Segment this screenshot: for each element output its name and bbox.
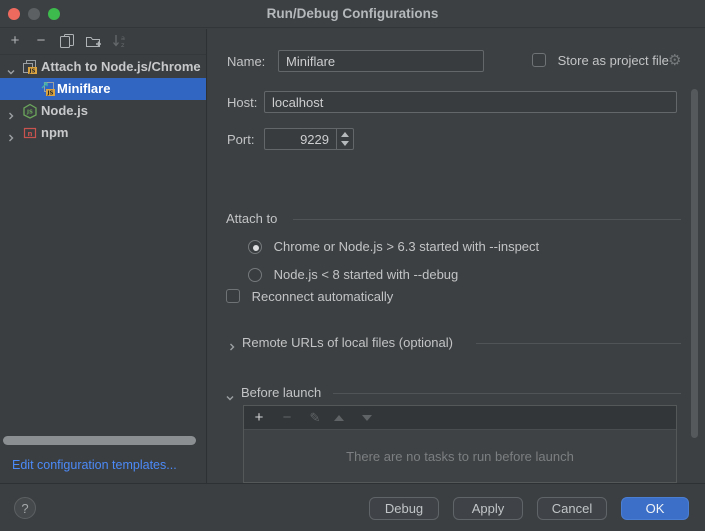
before-launch-title: Before launch (241, 383, 321, 403)
port-stepper[interactable] (336, 129, 353, 149)
section-divider (333, 393, 681, 394)
reconnect-automatically-option[interactable]: Reconnect automatically (226, 287, 393, 307)
port-label: Port: (227, 132, 254, 147)
radio-button-selected[interactable] (248, 240, 262, 254)
tree-item-nodejs[interactable]: JS Node.js (0, 100, 206, 122)
before-launch-tasks-panel: + − ✎ There are no tasks to run before l… (243, 405, 677, 483)
sort-configurations-icon[interactable]: a z (110, 32, 128, 50)
host-label: Host: (227, 95, 257, 110)
edit-task-icon[interactable]: ✎ (306, 409, 324, 427)
name-label: Name: (227, 54, 265, 69)
tree-item-label: Node.js (41, 100, 88, 122)
chevron-down-icon[interactable] (225, 389, 235, 409)
attach-config-type-icon: JS (22, 59, 38, 78)
attach-to-title: Attach to (226, 209, 277, 229)
stepper-up-icon[interactable] (341, 132, 349, 137)
apply-button[interactable]: Apply (453, 497, 523, 520)
before-launch-empty-text: There are no tasks to run before launch (244, 430, 676, 484)
reconnect-automatically-checkbox[interactable] (226, 289, 240, 303)
edit-configuration-templates-link[interactable]: Edit configuration templates... (12, 458, 177, 472)
before-launch-section-header[interactable]: Before launch (208, 383, 705, 403)
move-task-down-icon[interactable] (362, 415, 372, 421)
gear-icon[interactable]: ⚙ (668, 51, 681, 69)
attach-to-section-header: Attach to (208, 209, 705, 229)
move-task-up-icon[interactable] (334, 415, 344, 421)
add-task-icon[interactable]: + (250, 409, 268, 427)
store-as-project-file-checkbox[interactable] (532, 53, 546, 67)
remove-configuration-icon[interactable]: − (32, 32, 50, 50)
radio-option-inspect[interactable]: Chrome or Node.js > 6.3 started with --i… (248, 237, 539, 257)
run-debug-configurations-dialog: Run/Debug Configurations + − (0, 0, 705, 531)
stepper-down-icon[interactable] (341, 141, 349, 146)
titlebar: Run/Debug Configurations (0, 0, 705, 28)
chevron-right-icon[interactable] (6, 106, 16, 122)
radio-option-debug[interactable]: Node.js < 8 started with --debug (248, 265, 458, 285)
add-configuration-icon[interactable]: + (6, 32, 24, 50)
name-input[interactable] (278, 50, 484, 72)
radio-label: Node.js < 8 started with --debug (274, 267, 459, 282)
new-folder-icon[interactable] (84, 32, 102, 50)
chevron-right-icon[interactable] (6, 128, 16, 144)
svg-text:JS: JS (26, 110, 33, 116)
vertical-scrollbar[interactable] (691, 89, 698, 438)
section-divider (476, 343, 681, 344)
tree-item-label: npm (41, 122, 68, 144)
radio-button-unselected[interactable] (248, 268, 262, 282)
help-button[interactable]: ? (14, 497, 36, 519)
radio-label: Chrome or Node.js > 6.3 started with --i… (274, 239, 540, 254)
svg-text:n: n (28, 130, 33, 138)
section-divider (293, 219, 681, 220)
host-input[interactable] (264, 91, 677, 113)
tree-item-label: Miniflare (57, 78, 110, 100)
tree-item-label: Attach to Node.js/Chrome (41, 56, 201, 78)
debug-button[interactable]: Debug (369, 497, 439, 520)
name-row: Name: Store as project file ⚙ (208, 50, 705, 74)
dialog-title: Run/Debug Configurations (0, 0, 705, 28)
cancel-button[interactable]: Cancel (537, 497, 607, 520)
horizontal-scrollbar[interactable] (3, 436, 196, 445)
port-row: Port: (208, 128, 705, 152)
svg-text:JS: JS (46, 91, 53, 97)
port-field (264, 128, 354, 150)
chevron-down-icon[interactable] (6, 62, 16, 78)
nodejs-icon: JS (22, 103, 38, 122)
configurations-tree: JS Attach to Node.js/Chrome JS Miniflare (0, 56, 206, 144)
configurations-sidebar: + − a z (0, 29, 207, 483)
copy-configuration-icon[interactable] (58, 32, 76, 50)
reconnect-automatically-label: Reconnect automatically (252, 289, 394, 304)
npm-icon: n (22, 125, 38, 144)
store-as-project-file-label: Store as project file (558, 53, 669, 68)
attach-run-config-icon: JS (40, 81, 56, 100)
port-input[interactable] (265, 129, 335, 149)
remote-urls-title: Remote URLs of local files (optional) (242, 333, 453, 353)
store-as-project-file-option: Store as project file (532, 53, 669, 68)
ok-button[interactable]: OK (621, 497, 689, 520)
tree-item-attach-to-nodejs-chrome[interactable]: JS Attach to Node.js/Chrome (0, 56, 206, 78)
remote-urls-section-header[interactable]: Remote URLs of local files (optional) (208, 333, 705, 353)
svg-text:z: z (121, 41, 125, 49)
tree-item-npm[interactable]: n npm (0, 122, 206, 144)
remove-task-icon[interactable]: − (278, 409, 296, 427)
configuration-form: Name: Store as project file ⚙ Host: Port… (208, 29, 705, 483)
tree-item-miniflare[interactable]: JS Miniflare (0, 78, 206, 100)
chevron-right-icon[interactable] (227, 338, 237, 358)
before-launch-toolbar: + − ✎ (244, 406, 676, 430)
sidebar-toolbar: + − a z (0, 29, 206, 55)
svg-text:JS: JS (28, 69, 35, 75)
host-row: Host: (208, 91, 705, 115)
